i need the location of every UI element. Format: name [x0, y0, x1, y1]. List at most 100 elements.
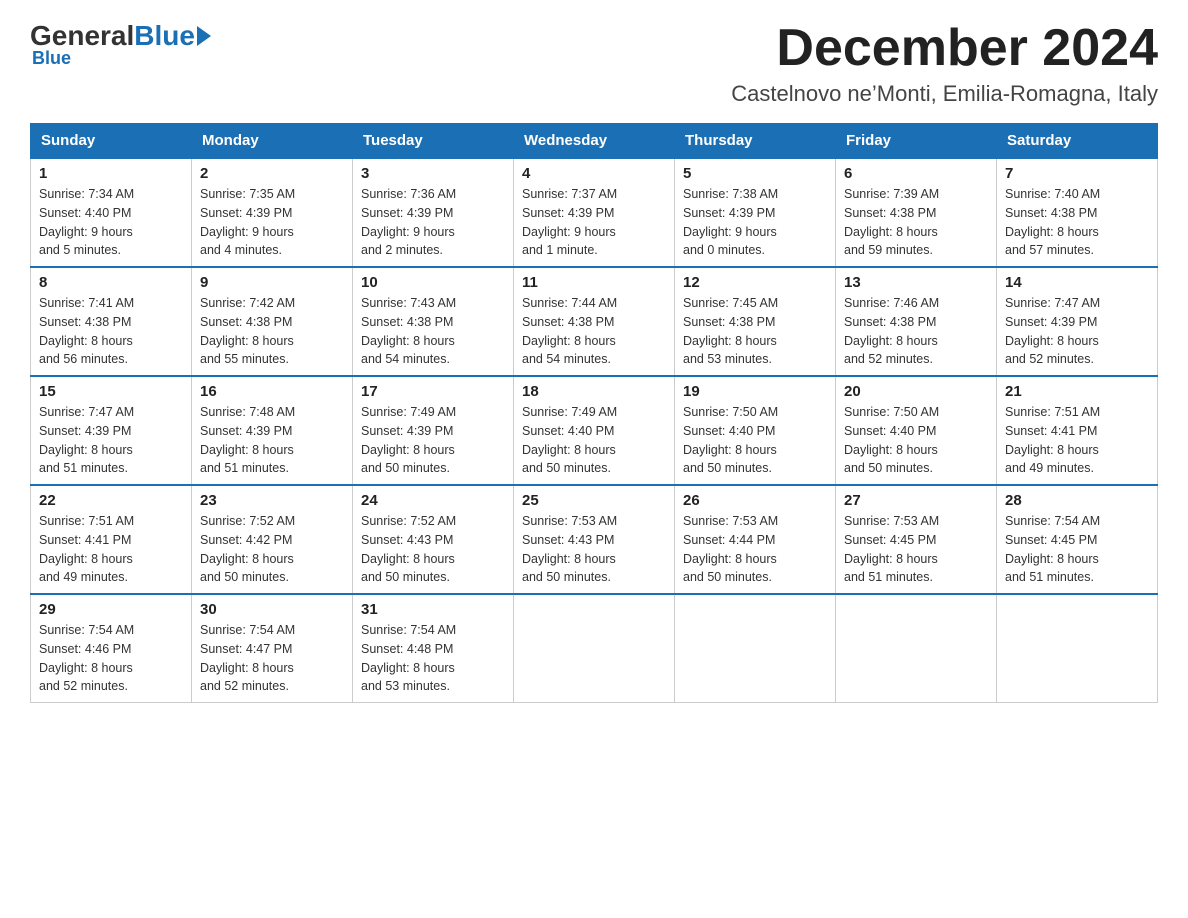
day-number: 18 [522, 383, 666, 400]
logo-blue: Blue [134, 20, 195, 52]
col-friday: Friday [836, 124, 997, 159]
day-info: Sunrise: 7:51 AMSunset: 4:41 PMDaylight:… [1005, 403, 1149, 478]
day-info: Sunrise: 7:54 AMSunset: 4:47 PMDaylight:… [200, 621, 344, 696]
day-number: 8 [39, 274, 183, 291]
day-info: Sunrise: 7:38 AMSunset: 4:39 PMDaylight:… [683, 185, 827, 260]
day-info: Sunrise: 7:48 AMSunset: 4:39 PMDaylight:… [200, 403, 344, 478]
calendar-body: 1 Sunrise: 7:34 AMSunset: 4:40 PMDaylight… [31, 158, 1158, 703]
table-row: 9Sunrise: 7:42 AMSunset: 4:38 PMDaylight… [192, 267, 353, 376]
day-number: 15 [39, 383, 183, 400]
day-info: Sunrise: 7:46 AMSunset: 4:38 PMDaylight:… [844, 294, 988, 369]
day-number: 3 [361, 165, 505, 182]
day-info: Sunrise: 7:47 AMSunset: 4:39 PMDaylight:… [1005, 294, 1149, 369]
day-number: 1 [39, 165, 183, 182]
table-row: 5 Sunrise: 7:38 AMSunset: 4:39 PMDaylight… [675, 158, 836, 267]
day-info: Sunrise: 7:53 AMSunset: 4:44 PMDaylight:… [683, 512, 827, 587]
table-row: 11 Sunrise: 7:44 AMSunset: 4:38 PMDayligh… [514, 267, 675, 376]
table-row: 30Sunrise: 7:54 AMSunset: 4:47 PMDayligh… [192, 594, 353, 703]
title-area: December 2024 Castelnovo ne’Monti, Emili… [731, 20, 1158, 107]
day-number: 24 [361, 492, 505, 509]
col-sunday: Sunday [31, 124, 192, 159]
table-row: 4 Sunrise: 7:37 AMSunset: 4:39 PMDaylight… [514, 158, 675, 267]
table-row: 3Sunrise: 7:36 AMSunset: 4:39 PMDaylight… [353, 158, 514, 267]
table-row: 31 Sunrise: 7:54 AMSunset: 4:48 PMDayligh… [353, 594, 514, 703]
table-row: 21 Sunrise: 7:51 AMSunset: 4:41 PMDayligh… [997, 376, 1158, 485]
table-row: 19 Sunrise: 7:50 AMSunset: 4:40 PMDayligh… [675, 376, 836, 485]
location-title: Castelnovo ne’Monti, Emilia-Romagna, Ita… [731, 81, 1158, 107]
day-info: Sunrise: 7:53 AMSunset: 4:45 PMDaylight:… [844, 512, 988, 587]
day-number: 4 [522, 165, 666, 182]
day-number: 13 [844, 274, 988, 291]
logo-blue-part: Blue [134, 20, 211, 52]
day-info: Sunrise: 7:50 AMSunset: 4:40 PMDaylight:… [844, 403, 988, 478]
day-number: 20 [844, 383, 988, 400]
day-info: Sunrise: 7:50 AMSunset: 4:40 PMDaylight:… [683, 403, 827, 478]
table-row: 8 Sunrise: 7:41 AMSunset: 4:38 PMDaylight… [31, 267, 192, 376]
col-wednesday: Wednesday [514, 124, 675, 159]
day-number: 6 [844, 165, 988, 182]
day-info: Sunrise: 7:43 AMSunset: 4:38 PMDaylight:… [361, 294, 505, 369]
day-number: 10 [361, 274, 505, 291]
header-row: Sunday Monday Tuesday Wednesday Thursday… [31, 124, 1158, 159]
table-row: 16 Sunrise: 7:48 AMSunset: 4:39 PMDayligh… [192, 376, 353, 485]
day-number: 22 [39, 492, 183, 509]
logo: General Blue Blue [30, 20, 211, 69]
day-number: 11 [522, 274, 666, 291]
calendar-table: Sunday Monday Tuesday Wednesday Thursday… [30, 123, 1158, 703]
calendar-week-row: 22 Sunrise: 7:51 AMSunset: 4:41 PMDayligh… [31, 485, 1158, 594]
day-number: 28 [1005, 492, 1149, 509]
day-number: 9 [200, 274, 344, 291]
calendar-week-row: 1 Sunrise: 7:34 AMSunset: 4:40 PMDaylight… [31, 158, 1158, 267]
day-number: 17 [361, 383, 505, 400]
day-info: Sunrise: 7:37 AMSunset: 4:39 PMDaylight:… [522, 185, 666, 260]
day-number: 2 [200, 165, 344, 182]
day-info: Sunrise: 7:54 AMSunset: 4:45 PMDaylight:… [1005, 512, 1149, 587]
day-number: 21 [1005, 383, 1149, 400]
logo-arrow-icon [197, 26, 211, 46]
table-row: 7Sunrise: 7:40 AMSunset: 4:38 PMDaylight… [997, 158, 1158, 267]
day-number: 12 [683, 274, 827, 291]
day-number: 19 [683, 383, 827, 400]
day-number: 31 [361, 601, 505, 618]
day-info: Sunrise: 7:39 AMSunset: 4:38 PMDaylight:… [844, 185, 988, 260]
month-title: December 2024 [731, 20, 1158, 77]
day-info: Sunrise: 7:51 AMSunset: 4:41 PMDaylight:… [39, 512, 183, 587]
table-row [675, 594, 836, 703]
day-number: 5 [683, 165, 827, 182]
col-saturday: Saturday [997, 124, 1158, 159]
table-row: 20 Sunrise: 7:50 AMSunset: 4:40 PMDayligh… [836, 376, 997, 485]
day-info: Sunrise: 7:49 AMSunset: 4:39 PMDaylight:… [361, 403, 505, 478]
page-header: General Blue Blue December 2024 Castelno… [30, 20, 1158, 107]
day-info: Sunrise: 7:34 AMSunset: 4:40 PMDaylight:… [39, 185, 183, 260]
day-info: Sunrise: 7:35 AMSunset: 4:39 PMDaylight:… [200, 185, 344, 260]
table-row: 10 Sunrise: 7:43 AMSunset: 4:38 PMDayligh… [353, 267, 514, 376]
table-row [997, 594, 1158, 703]
table-row: 15 Sunrise: 7:47 AMSunset: 4:39 PMDayligh… [31, 376, 192, 485]
calendar-week-row: 15 Sunrise: 7:47 AMSunset: 4:39 PMDayligh… [31, 376, 1158, 485]
table-row: 29Sunrise: 7:54 AMSunset: 4:46 PMDayligh… [31, 594, 192, 703]
day-number: 16 [200, 383, 344, 400]
table-row: 17 Sunrise: 7:49 AMSunset: 4:39 PMDayligh… [353, 376, 514, 485]
table-row: 27 Sunrise: 7:53 AMSunset: 4:45 PMDayligh… [836, 485, 997, 594]
calendar-week-row: 29Sunrise: 7:54 AMSunset: 4:46 PMDayligh… [31, 594, 1158, 703]
table-row: 28 Sunrise: 7:54 AMSunset: 4:45 PMDayligh… [997, 485, 1158, 594]
day-info: Sunrise: 7:47 AMSunset: 4:39 PMDaylight:… [39, 403, 183, 478]
table-row: 26Sunrise: 7:53 AMSunset: 4:44 PMDayligh… [675, 485, 836, 594]
table-row: 2 Sunrise: 7:35 AMSunset: 4:39 PMDaylight… [192, 158, 353, 267]
logo-subtitle: Blue [32, 48, 71, 69]
table-row: 14 Sunrise: 7:47 AMSunset: 4:39 PMDayligh… [997, 267, 1158, 376]
col-monday: Monday [192, 124, 353, 159]
day-number: 25 [522, 492, 666, 509]
day-number: 27 [844, 492, 988, 509]
table-row: 22 Sunrise: 7:51 AMSunset: 4:41 PMDayligh… [31, 485, 192, 594]
day-number: 23 [200, 492, 344, 509]
day-info: Sunrise: 7:54 AMSunset: 4:48 PMDaylight:… [361, 621, 505, 696]
day-number: 14 [1005, 274, 1149, 291]
day-info: Sunrise: 7:52 AMSunset: 4:43 PMDaylight:… [361, 512, 505, 587]
day-number: 29 [39, 601, 183, 618]
table-row: 18Sunrise: 7:49 AMSunset: 4:40 PMDayligh… [514, 376, 675, 485]
table-row [836, 594, 997, 703]
day-info: Sunrise: 7:44 AMSunset: 4:38 PMDaylight:… [522, 294, 666, 369]
day-info: Sunrise: 7:41 AMSunset: 4:38 PMDaylight:… [39, 294, 183, 369]
calendar-week-row: 8 Sunrise: 7:41 AMSunset: 4:38 PMDaylight… [31, 267, 1158, 376]
